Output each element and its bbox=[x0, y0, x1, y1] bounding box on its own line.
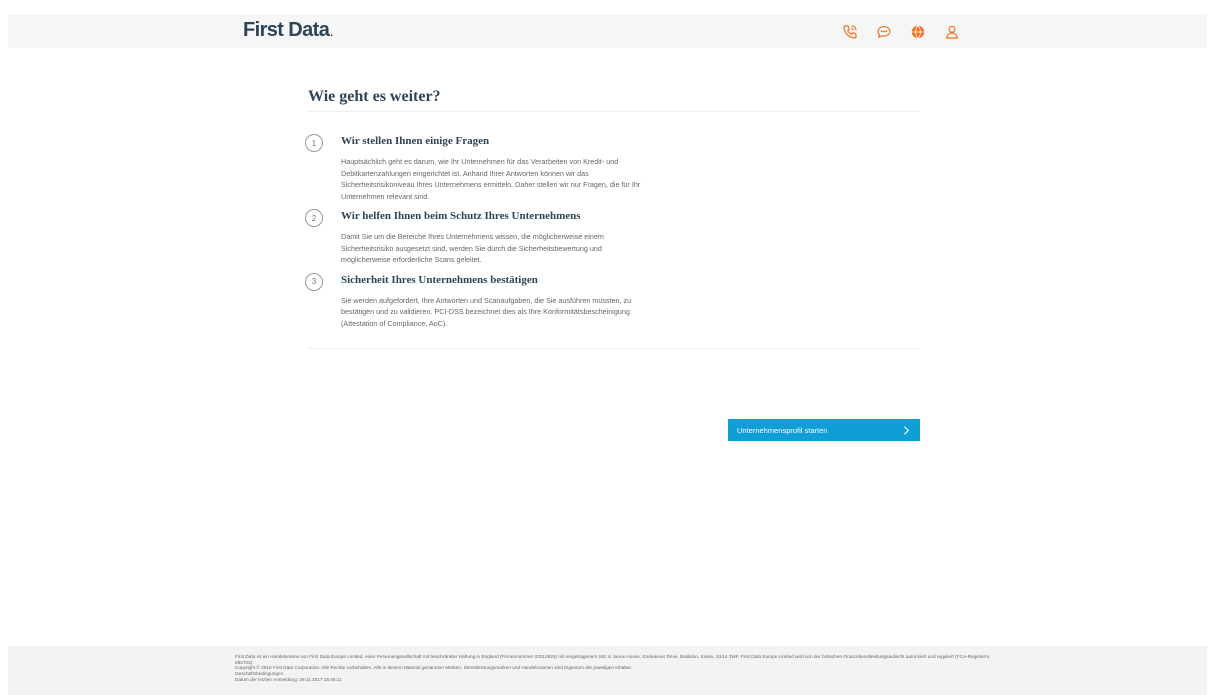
step-3-title: Sicherheit Ihres Unternehmens bestätigen bbox=[341, 273, 538, 286]
step-3-text: Sie werden aufgefordert, Ihre Antworten … bbox=[341, 295, 632, 328]
terms-link[interactable]: Geschäftsbedingungen bbox=[235, 671, 283, 676]
steps-list: 1 Wir stellen Ihnen einige Fragen Haupts… bbox=[305, 134, 920, 330]
start-business-profile-button[interactable]: Unternehmensprofil starten bbox=[728, 419, 920, 441]
step-number-1: 1 bbox=[305, 134, 323, 152]
phone-icon[interactable] bbox=[840, 22, 860, 42]
content-divider bbox=[308, 348, 920, 349]
step-2-title: Wir helfen Ihnen beim Schutz Ihres Unter… bbox=[341, 210, 581, 222]
footer-legal-text: First Data ist ein Handelsname von First… bbox=[235, 654, 991, 665]
step-number-2: 2 bbox=[305, 209, 323, 227]
chat-icon[interactable] bbox=[874, 22, 894, 42]
chevron-right-icon bbox=[901, 425, 911, 435]
first-data-logo[interactable]: First Data. bbox=[243, 19, 333, 42]
step-number-3: 3 bbox=[305, 272, 323, 291]
step-1-title: Wir stellen Ihnen einige Fragen bbox=[341, 135, 490, 147]
step-1: 1 Wir stellen Ihnen einige Fragen Haupts… bbox=[305, 134, 920, 202]
page-title: Wie geht es weiter? bbox=[308, 88, 920, 112]
step-2-text: Damit Sie um die Bereiche Ihres Unterneh… bbox=[341, 232, 604, 264]
user-icon[interactable] bbox=[942, 22, 962, 42]
step-2: 2 Wir helfen Ihnen beim Schutz Ihres Unt… bbox=[305, 209, 920, 266]
main-content: Wie geht es weiter? 1 Wir stellen Ihnen … bbox=[305, 88, 920, 441]
footer-content: First Data ist ein Handelsname von First… bbox=[235, 654, 995, 683]
step-1-text: Hauptsächlich geht es darum, wie Ihr Unt… bbox=[341, 157, 641, 201]
footer: First Data ist ein Handelsname von First… bbox=[8, 646, 1207, 695]
start-button-label: Unternehmensprofil starten bbox=[737, 425, 828, 435]
header-icon-bar bbox=[840, 22, 962, 42]
top-header: First Data. bbox=[8, 14, 1207, 48]
logo-text: First Data bbox=[243, 19, 330, 41]
step-3: 3 Sicherheit Ihres Unternehmens bestätig… bbox=[305, 272, 920, 330]
last-login-text: Datum der letzten Anmeldung: 29.11.2017 … bbox=[235, 676, 342, 682]
logo-dot: . bbox=[330, 28, 333, 39]
globe-icon[interactable] bbox=[908, 22, 928, 42]
